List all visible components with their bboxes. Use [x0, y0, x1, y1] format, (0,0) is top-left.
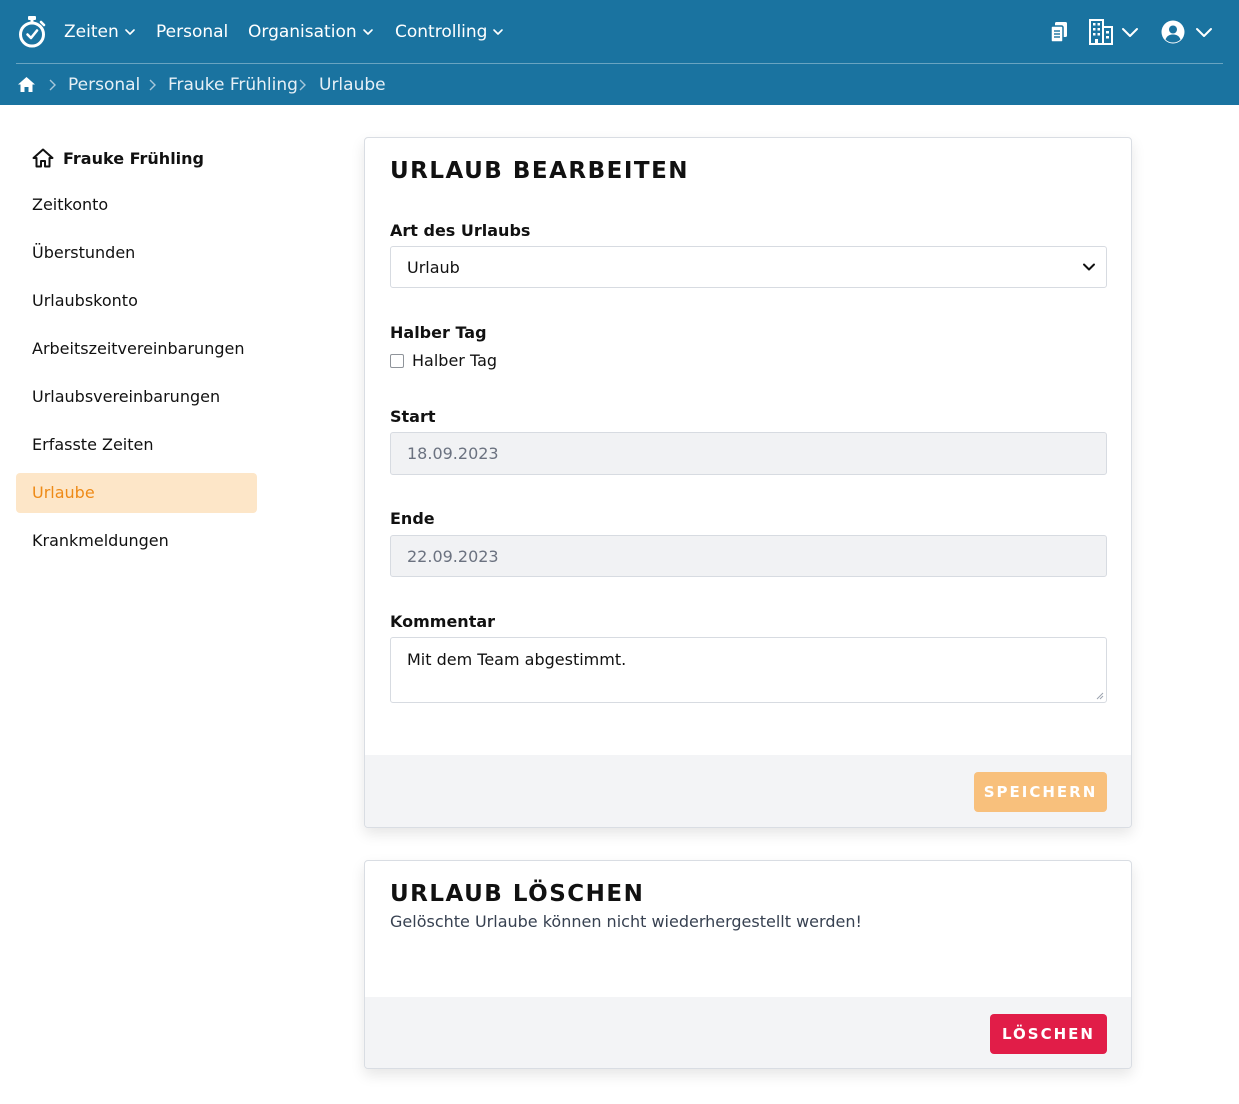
nav-controlling[interactable]: Controlling	[395, 20, 504, 44]
user-circle-icon	[1161, 20, 1185, 44]
nav-controlling-label: Controlling	[395, 22, 488, 42]
delete-card-title: URLAUB LÖSCHEN	[390, 881, 645, 907]
nav-zeiten[interactable]: Zeiten	[64, 20, 136, 44]
chevron-down-icon	[362, 29, 373, 35]
edit-vacation-card: URLAUB BEARBEITEN Art des Urlaubs Urlaub…	[364, 137, 1132, 828]
building-menu[interactable]	[1089, 19, 1139, 45]
home-icon[interactable]	[17, 76, 36, 93]
resize-handle-icon[interactable]	[1096, 692, 1104, 700]
user-menu[interactable]	[1161, 20, 1213, 44]
chevron-down-icon	[493, 29, 504, 35]
chevron-down-icon	[1122, 28, 1138, 37]
sidebar-item-ueberstunden[interactable]: Überstunden	[16, 233, 257, 273]
nav-zeiten-label: Zeiten	[64, 22, 119, 42]
start-date-input[interactable]: 18.09.2023	[390, 432, 1107, 475]
sidebar-item-urlaube[interactable]: Urlaube	[16, 473, 257, 513]
breadcrumb-employee[interactable]: Frauke Frühling	[168, 74, 298, 96]
chevron-down-icon	[1196, 28, 1212, 37]
sidebar-title-label: Frauke Frühling	[63, 148, 205, 168]
vacation-type-value: Urlaub	[407, 257, 460, 277]
start-label: Start	[390, 407, 436, 426]
start-date-value: 18.09.2023	[407, 444, 499, 463]
nav-organisation[interactable]: Organisation	[248, 20, 374, 44]
stopwatch-logo-icon[interactable]	[17, 16, 47, 48]
comment-textarea[interactable]: Mit dem Team abgestimmt.	[390, 637, 1107, 703]
chevron-right-icon	[149, 79, 156, 91]
sidebar-item-arbeitszeitvereinbarungen[interactable]: Arbeitszeitvereinbarungen	[16, 329, 257, 369]
chevron-down-icon	[124, 29, 135, 35]
delete-vacation-card: URLAUB LÖSCHEN Gelöschte Urlaube können …	[364, 860, 1132, 1069]
nav-personal-label: Personal	[156, 22, 229, 42]
end-date-value: 22.09.2023	[407, 546, 499, 566]
vacation-type-select[interactable]: Urlaub	[390, 246, 1107, 288]
breadcrumb: Personal Frauke Frühling Urlaube	[0, 64, 1239, 105]
sidebar-item-erfasste-zeiten[interactable]: Erfasste Zeiten	[16, 425, 257, 465]
end-label: Ende	[390, 509, 435, 528]
edit-card-title: URLAUB BEARBEITEN	[390, 158, 690, 184]
halfday-label: Halber Tag	[390, 323, 487, 342]
sidebar-item-krankmeldungen[interactable]: Krankmeldungen	[16, 521, 257, 561]
building-icon	[1089, 19, 1113, 45]
breadcrumb-urlaube[interactable]: Urlaube	[319, 74, 386, 96]
delete-button[interactable]: LÖSCHEN	[990, 1014, 1107, 1054]
chevron-down-icon	[1083, 263, 1095, 271]
halfday-checkbox-row[interactable]: Halber Tag	[390, 351, 497, 370]
chevron-right-icon	[49, 79, 56, 91]
sidebar-item-zeitkonto[interactable]: Zeitkonto	[16, 185, 257, 225]
chevron-right-icon	[299, 79, 306, 91]
comment-label: Kommentar	[390, 612, 496, 631]
nav-organisation-label: Organisation	[248, 22, 357, 42]
vacation-type-label: Art des Urlaubs	[390, 221, 531, 240]
end-date-input[interactable]: 22.09.2023	[390, 535, 1107, 577]
halfday-checkbox[interactable]	[390, 353, 404, 368]
sidebar-employee-title[interactable]: Frauke Frühling	[32, 145, 204, 171]
sidebar-item-urlaubsvereinbarungen[interactable]: Urlaubsvereinbarungen	[16, 377, 257, 417]
delete-card-footer: LÖSCHEN	[365, 997, 1131, 1068]
sidebar-item-urlaubskonto[interactable]: Urlaubskonto	[16, 281, 257, 321]
delete-warning-text: Gelöschte Urlaube können nicht wiederher…	[390, 912, 862, 931]
save-button[interactable]: SPEICHERN	[974, 772, 1107, 812]
edit-card-footer: SPEICHERN	[365, 755, 1131, 827]
breadcrumb-personal[interactable]: Personal	[68, 74, 140, 96]
clipboard-icon[interactable]	[1049, 21, 1069, 43]
halfday-checkbox-label: Halber Tag	[412, 351, 498, 370]
home-icon	[32, 148, 54, 168]
nav-personal[interactable]: Personal	[156, 20, 228, 44]
main-navigation: Zeiten Personal Organisation Controlling	[0, 0, 1239, 64]
top-bar: Zeiten Personal Organisation Controlling	[0, 0, 1239, 105]
comment-value: Mit dem Team abgestimmt.	[407, 650, 627, 669]
